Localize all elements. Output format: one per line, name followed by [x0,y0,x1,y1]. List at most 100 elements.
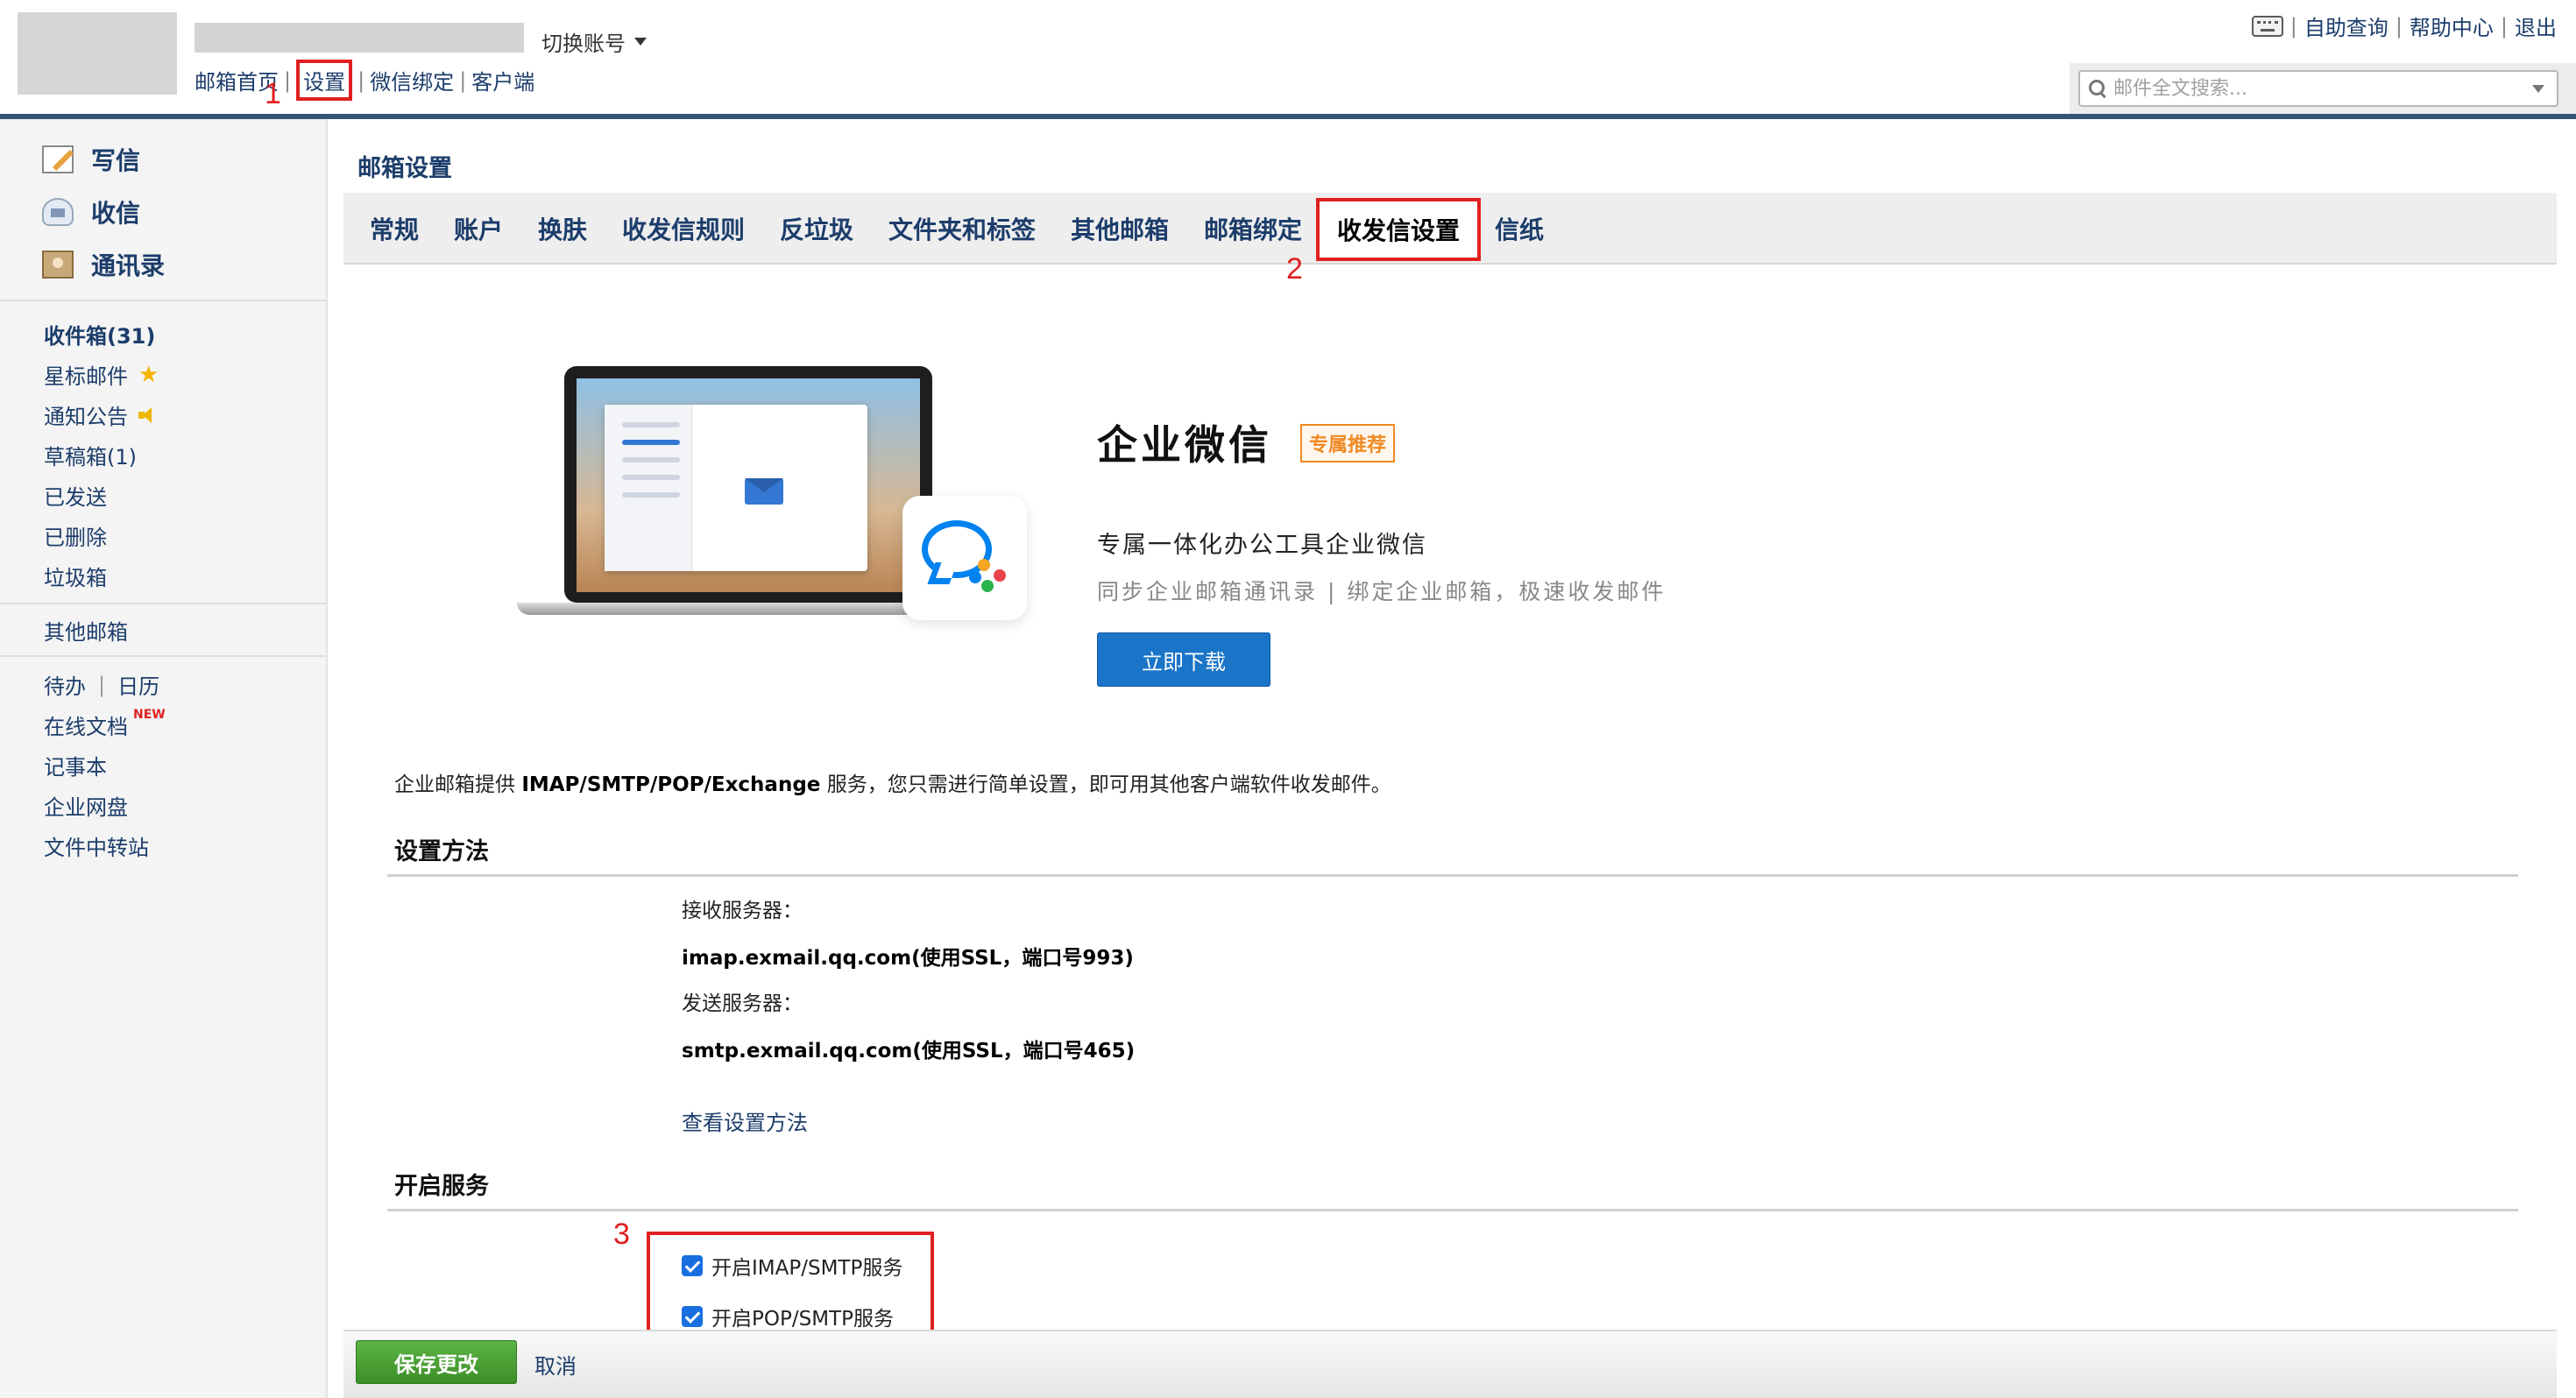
intro-prefix: 企业邮箱提供 [394,773,522,796]
save-button[interactable]: 保存更改 [356,1340,517,1384]
sidebar-item-todo[interactable]: 待办 [44,669,86,700]
receive-server-label: 接收服务器： [682,900,803,922]
sidebar-divider [0,603,326,604]
wecom-description: 同步企业邮箱通讯录 | 绑定企业邮箱，极速收发邮件 [1097,579,1667,604]
download-button[interactable]: 立即下载 [1097,632,1270,687]
setup-section-title: 设置方法 [394,838,489,865]
contacts-label: 通讯录 [91,251,166,280]
logout-link[interactable]: 退出 [2515,11,2557,41]
tab-anti-spam[interactable]: 反垃圾 [780,193,853,265]
sidebar-item-label: 星标邮件 [44,364,128,389]
tab-account[interactable]: 账户 [454,193,503,265]
nav-wechat-binding[interactable]: 微信绑定 [370,65,454,95]
sidebar-item-file-transfer[interactable]: 文件中转站 [44,830,149,861]
view-setup-method-link[interactable]: 查看设置方法 [682,1105,808,1136]
recommend-badge: 专属推荐 [1300,424,1396,462]
nav-settings[interactable]: 设置 [296,60,353,101]
sidebar-divider [0,300,326,301]
tab-stationery[interactable]: 信纸 [1495,193,1544,265]
self-service-link[interactable]: 自助查询 [2304,11,2388,41]
laptop-illustration [517,366,990,620]
new-badge: NEW [133,707,166,722]
wecom-dot [969,571,981,583]
pop-service-option[interactable]: 开启POP/SMTP服务 [682,1302,894,1331]
company-logo [18,12,177,95]
wecom-logo [902,496,1027,620]
link-separator: | [2289,13,2297,39]
nav-separator: | [459,67,467,93]
cancel-link[interactable]: 取消 [534,1349,577,1380]
tab-send-receive-settings[interactable]: 收发信设置 [1316,198,1482,261]
imap-label: 开启IMAP/SMTP服务 [711,1257,903,1280]
send-server-value: smtp.exmail.qq.com(使用SSL，端口号465) [682,1040,1136,1063]
service-intro: 企业邮箱提供 IMAP/SMTP/POP/Exchange 服务，您只需进行简单… [394,767,1391,797]
wecom-dot [994,569,1006,582]
tab-general[interactable]: 常规 [370,193,419,265]
star-icon: ★ [138,361,159,388]
mail-window-sidebar [605,405,692,571]
sidebar-item-label: 在线文档 [44,715,128,739]
wecom-dot [978,559,990,571]
sidebar-item-netdisk[interactable]: 企业网盘 [44,790,128,821]
settings-tabs: 常规 账户 换肤 收发信规则 反垃圾 文件夹和标签 其他邮箱 邮箱绑定 收发信设… [343,193,2557,265]
section-divider [387,1209,2518,1211]
tab-other-mail[interactable]: 其他邮箱 [1071,193,1169,265]
sidebar-item-drafts[interactable]: 草稿箱(1) [44,440,137,470]
sidebar-item-notebook[interactable]: 记事本 [44,750,107,780]
mail-window-row [622,422,680,427]
nav-separator: | [357,67,365,93]
search-input[interactable] [2113,77,2499,100]
pop-label: 开启POP/SMTP服务 [711,1308,894,1331]
sidebar-item-deleted[interactable]: 已删除 [44,520,107,551]
pop-checkbox[interactable] [682,1306,703,1327]
receive-button[interactable]: 收信 [42,194,140,229]
contacts-icon [42,251,74,279]
switch-account-label: 切换账号 [541,32,626,56]
sidebar-separator: | [98,672,106,697]
tab-skin[interactable]: 换肤 [538,193,587,265]
sidebar-item-other-mail[interactable]: 其他邮箱 [44,615,128,646]
search-icon [2089,80,2106,97]
tab-mail-rules[interactable]: 收发信规则 [622,193,745,265]
sidebar: 写信 收信 通讯录 收件箱(31) 星标邮件 ★ 通知公告 草稿箱(1) 已发送… [0,119,328,1398]
search-box[interactable] [2078,70,2558,107]
header-divider-bar [0,114,2576,119]
imap-service-option[interactable]: 开启IMAP/SMTP服务 [682,1251,902,1281]
service-section-title: 开启服务 [394,1173,489,1200]
switch-account-button[interactable]: 切换账号 [541,26,647,57]
sidebar-todo-calendar-row: 待办 | 日历 [44,669,159,700]
nav-separator: | [284,67,292,93]
envelope-icon [745,478,783,505]
help-center-link[interactable]: 帮助中心 [2410,11,2494,41]
sidebar-item-notices[interactable]: 通知公告 [44,399,156,430]
search-dropdown-icon[interactable] [2532,85,2544,93]
page-title: 邮箱设置 [357,155,452,182]
wecom-subtitle: 专属一体化办公工具企业微信 [1097,532,1427,559]
sidebar-item-calendar[interactable]: 日历 [117,669,159,700]
action-bar [343,1330,2557,1398]
section-divider [387,874,2518,877]
receive-label: 收信 [91,199,141,228]
top-nav: 邮箱首页 | 设置 | 微信绑定 | 客户端 [195,60,534,101]
annotation-3: 3 [613,1218,630,1251]
speaker-icon [138,406,156,423]
tab-folders-labels[interactable]: 文件夹和标签 [888,193,1036,265]
mail-window-row [622,440,680,445]
compose-button[interactable]: 写信 [42,142,140,177]
sidebar-item-sent[interactable]: 已发送 [44,480,107,511]
wecom-dot [981,580,994,592]
contacts-button[interactable]: 通讯录 [42,247,165,282]
intro-suffix: 服务，您只需进行简单设置，即可用其他客户端软件收发邮件。 [820,773,1391,796]
imap-checkbox[interactable] [682,1255,703,1276]
nav-client[interactable]: 客户端 [471,65,534,95]
annotation-2: 2 [1286,252,1303,286]
sidebar-item-online-docs[interactable]: 在线文档 NEW [44,707,166,740]
sidebar-item-inbox[interactable]: 收件箱(31) [44,319,155,350]
receive-mail-icon [42,198,74,226]
link-separator: | [2395,13,2403,39]
keyboard-icon[interactable] [2251,15,2283,37]
sidebar-item-spam[interactable]: 垃圾箱 [44,561,107,591]
sidebar-item-starred[interactable]: 星标邮件 ★ [44,359,159,390]
search-area [2070,63,2576,116]
laptop-wallpaper [577,378,920,592]
